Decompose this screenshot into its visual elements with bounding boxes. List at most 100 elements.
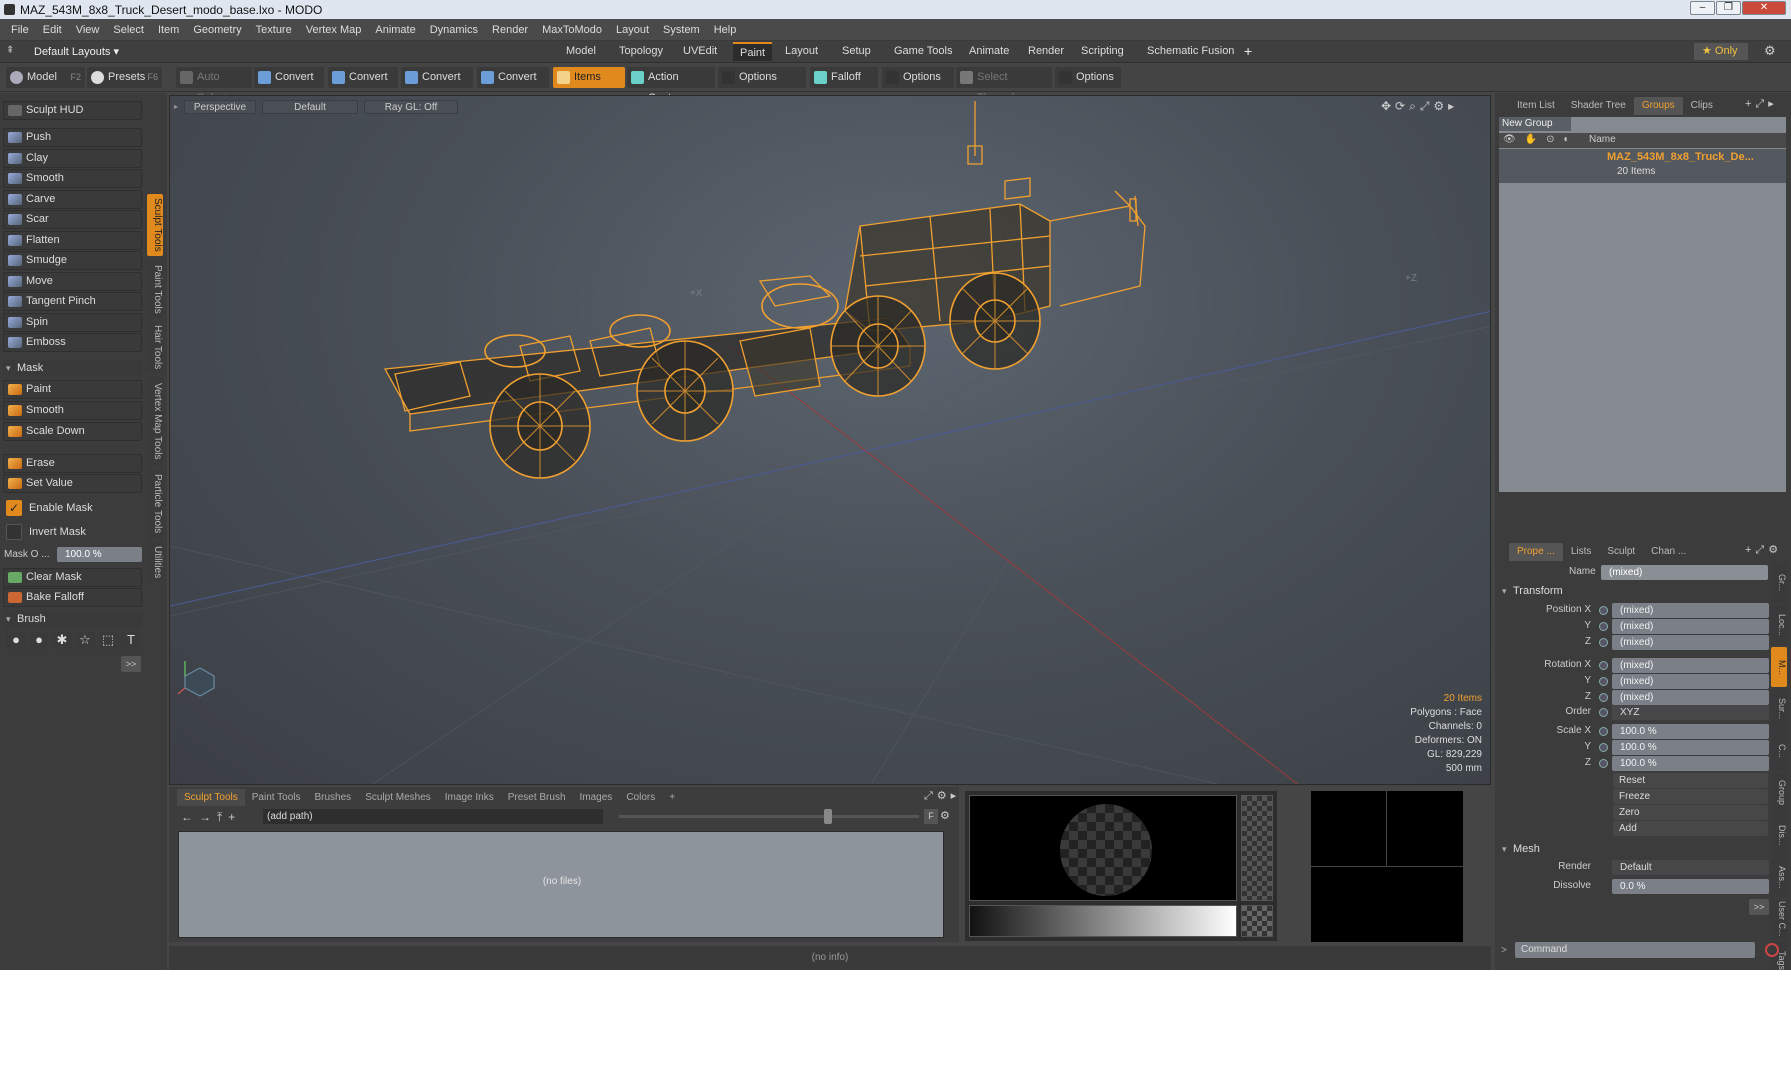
tool-smooth[interactable]: Smooth (3, 169, 142, 188)
erase-button[interactable]: Erase (3, 454, 142, 473)
action-center-button-6[interactable]: Action Center (627, 67, 715, 104)
menu-view[interactable]: View (69, 19, 107, 41)
scale-x-channel-dot[interactable] (1599, 727, 1608, 736)
group-row[interactable]: MAZ_543M_8x8_Truck_De... 20 Items (1499, 149, 1786, 183)
rtab-clips[interactable]: Clips (1683, 97, 1721, 115)
menu-system[interactable]: System (656, 19, 707, 41)
mask-scale-down[interactable]: Scale Down (3, 422, 142, 441)
mask-paint[interactable]: Paint (3, 380, 142, 399)
add-tab-button[interactable]: + (1244, 43, 1252, 59)
bottom-tab-sculpt-meshes[interactable]: Sculpt Meshes (358, 789, 438, 806)
prop-tab-lists[interactable]: Lists (1563, 543, 1600, 561)
tool-spin[interactable]: Spin (3, 312, 142, 332)
vtab-sculpt-tools[interactable]: Sculpt Tools (147, 194, 163, 256)
gear-icon[interactable]: ⚙ (1764, 43, 1776, 59)
bottom-tab-colors[interactable]: Colors (619, 789, 662, 806)
tool-emboss[interactable]: Emboss (3, 333, 142, 352)
file-list-area[interactable]: (no files) (178, 831, 944, 938)
auto-select-button-0[interactable]: Auto Select (176, 67, 252, 104)
side-tab-loc-1[interactable]: Loc... (1771, 605, 1787, 645)
command-input[interactable]: Command (1515, 942, 1755, 958)
invert-mask-checkbox[interactable] (6, 524, 22, 540)
rotation-z-channel-dot[interactable] (1599, 693, 1608, 702)
position-x-field[interactable]: (mixed) (1612, 603, 1769, 618)
new-group-button[interactable]: New Group (1499, 117, 1571, 131)
tab-scripting[interactable]: Scripting (1074, 42, 1131, 61)
vtab-vertex-map-tools[interactable]: Vertex Map Tools (147, 376, 163, 466)
rtab-shader-tree[interactable]: Shader Tree (1563, 97, 1634, 115)
brush-shape-icon-1[interactable]: ● (29, 631, 49, 649)
tab-layout[interactable]: Layout (778, 42, 825, 61)
side-tab-group-5[interactable]: Group (1771, 773, 1787, 813)
tool-carve[interactable]: Carve (3, 189, 142, 209)
tab-model[interactable]: Model (559, 42, 603, 61)
vtab-particle-tools[interactable]: Particle Tools (147, 470, 163, 538)
menu-dynamics[interactable]: Dynamics (423, 19, 485, 41)
menu-edit[interactable]: Edit (36, 19, 69, 41)
side-tab-ass-7[interactable]: Ass... (1771, 857, 1787, 897)
tab-animate[interactable]: Animate (962, 42, 1016, 61)
menu-file[interactable]: File (4, 19, 36, 41)
side-tab-user-c-8[interactable]: User C... (1771, 899, 1787, 939)
name-field[interactable]: (mixed) (1601, 565, 1768, 580)
menu-geometry[interactable]: Geometry (186, 19, 248, 41)
brush-section[interactable]: Brush (3, 611, 142, 628)
scale-z-field[interactable]: 100.0 % (1612, 756, 1769, 771)
brush-shape-icon-3[interactable]: ☆ (75, 631, 95, 649)
zoom-slider-handle[interactable] (824, 809, 832, 824)
rtab-groups[interactable]: Groups (1633, 97, 1683, 115)
menu-animate[interactable]: Animate (368, 19, 422, 41)
transform-section[interactable]: Transform (1499, 583, 1638, 600)
brush-shape-icon-4[interactable]: ⬚ (98, 631, 118, 649)
reset-button[interactable]: Reset (1613, 773, 1768, 788)
prop-tab-sculpt[interactable]: Sculpt (1599, 543, 1643, 561)
rtab-item-list[interactable]: Item List (1509, 97, 1563, 115)
falloff-button-8[interactable]: Falloff (810, 67, 878, 88)
convert-button-4[interactable]: Convert (477, 67, 549, 88)
minimize-button[interactable]: – (1690, 1, 1715, 15)
maximize-button[interactable]: ❐ (1716, 1, 1741, 15)
zero-button[interactable]: Zero (1613, 805, 1768, 820)
close-button[interactable]: ✕ (1742, 1, 1786, 15)
enable-mask-checkbox[interactable]: ✓ (6, 500, 22, 516)
set-value-button[interactable]: Set Value (3, 474, 142, 493)
position-z-channel-dot[interactable] (1599, 638, 1608, 647)
rotation-y-field[interactable]: (mixed) (1612, 674, 1769, 689)
options-button-9[interactable]: Options (882, 67, 954, 88)
position-y-channel-dot[interactable] (1599, 622, 1608, 631)
vtab-hair-tools[interactable]: Hair Tools (147, 322, 163, 372)
bottom-tab-preset-brush[interactable]: Preset Brush (501, 789, 573, 806)
layout-arrow-icon[interactable]: ⇞ (6, 45, 18, 57)
path-select[interactable]: (add path) (263, 809, 603, 824)
bottom-tab-images[interactable]: Images (573, 789, 620, 806)
tab-paint[interactable]: Paint (733, 42, 773, 61)
clear-mask-button[interactable]: Clear Mask (3, 568, 142, 587)
menu-help[interactable]: Help (707, 19, 744, 41)
model-button[interactable]: Model F2 (6, 67, 85, 88)
side-tab-c-4[interactable]: C... (1771, 731, 1787, 771)
layout-select[interactable]: Default Layouts ▾ (34, 45, 119, 58)
filter-button[interactable]: F (924, 809, 938, 824)
tab-topology[interactable]: Topology (612, 42, 670, 61)
bottom-tab-brushes[interactable]: Brushes (308, 789, 359, 806)
groups-list[interactable]: New Group 👁✋⊙◐ Name MAZ_543M_8x8_Truck_D… (1499, 117, 1786, 492)
tool-scar[interactable]: Scar (3, 210, 142, 229)
mask-smooth[interactable]: Smooth (3, 401, 142, 420)
convert-button-1[interactable]: Convert (254, 67, 324, 88)
tab-render[interactable]: Render (1021, 42, 1071, 61)
vtab-paint-tools[interactable]: Paint Tools (147, 261, 163, 317)
rotation-x-channel-dot[interactable] (1599, 661, 1608, 670)
tab-schematic-fusion[interactable]: Schematic Fusion (1140, 42, 1241, 61)
mask-section[interactable]: Mask (3, 360, 142, 377)
order-field[interactable]: XYZ (1612, 705, 1769, 720)
menu-render[interactable]: Render (485, 19, 535, 41)
rotation-x-field[interactable]: (mixed) (1612, 658, 1769, 673)
settings-icon[interactable]: ⚙ (940, 809, 954, 824)
tool-smudge[interactable]: Smudge (3, 251, 142, 270)
menu-layout[interactable]: Layout (609, 19, 656, 41)
tool-clay[interactable]: Clay (3, 148, 142, 168)
only-toggle[interactable]: ★ Only (1694, 43, 1748, 60)
zoom-slider-track[interactable] (619, 815, 919, 818)
side-tab-gr-0[interactable]: Gr... (1771, 563, 1787, 603)
bottom-tab-sculpt-tools[interactable]: Sculpt Tools (177, 789, 245, 806)
